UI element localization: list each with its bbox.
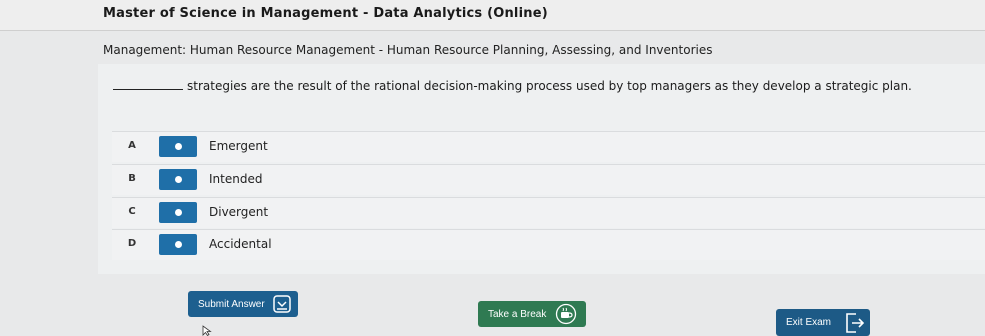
submit-icon bbox=[273, 295, 291, 313]
exit-exam-label: Exit Exam bbox=[786, 317, 832, 328]
option-d[interactable]: D Accidental bbox=[112, 229, 985, 260]
exit-exam-button[interactable]: Exit Exam bbox=[776, 309, 870, 336]
radio-button[interactable] bbox=[159, 136, 197, 157]
exit-arrow-icon bbox=[846, 313, 865, 333]
option-b[interactable]: B Intended bbox=[112, 164, 985, 195]
radio-dot-icon bbox=[175, 143, 182, 150]
question-text: strategies are the result of the rationa… bbox=[187, 79, 912, 93]
option-a[interactable]: A Emergent bbox=[112, 131, 985, 162]
radio-button[interactable] bbox=[159, 169, 197, 190]
header-bar: Master of Science in Management - Data A… bbox=[0, 0, 985, 31]
take-a-break-button[interactable]: Take a Break bbox=[478, 301, 586, 327]
radio-dot-icon bbox=[175, 209, 182, 216]
radio-button[interactable] bbox=[159, 234, 197, 255]
option-letter: A bbox=[128, 140, 136, 151]
option-letter: D bbox=[127, 238, 137, 249]
answer-blank bbox=[113, 89, 183, 90]
option-letter: B bbox=[128, 173, 136, 184]
submit-answer-button[interactable]: Submit Answer bbox=[188, 291, 298, 317]
mouse-cursor-icon bbox=[202, 325, 212, 336]
program-title: Master of Science in Management - Data A… bbox=[103, 6, 548, 21]
question-stem: strategies are the result of the rationa… bbox=[113, 79, 912, 93]
option-label: Divergent bbox=[209, 205, 269, 219]
option-label: Accidental bbox=[209, 237, 272, 251]
take-a-break-label: Take a Break bbox=[488, 308, 547, 320]
option-c[interactable]: C Divergent bbox=[112, 197, 985, 228]
option-label: Emergent bbox=[209, 139, 268, 153]
coffee-cup-icon bbox=[555, 303, 577, 325]
radio-dot-icon bbox=[175, 241, 182, 248]
radio-dot-icon bbox=[175, 176, 182, 183]
submit-answer-label: Submit Answer bbox=[198, 298, 265, 310]
option-label: Intended bbox=[209, 172, 263, 186]
option-letter: C bbox=[128, 206, 136, 217]
course-breadcrumb: Management: Human Resource Management - … bbox=[103, 43, 713, 57]
radio-button[interactable] bbox=[159, 202, 197, 223]
